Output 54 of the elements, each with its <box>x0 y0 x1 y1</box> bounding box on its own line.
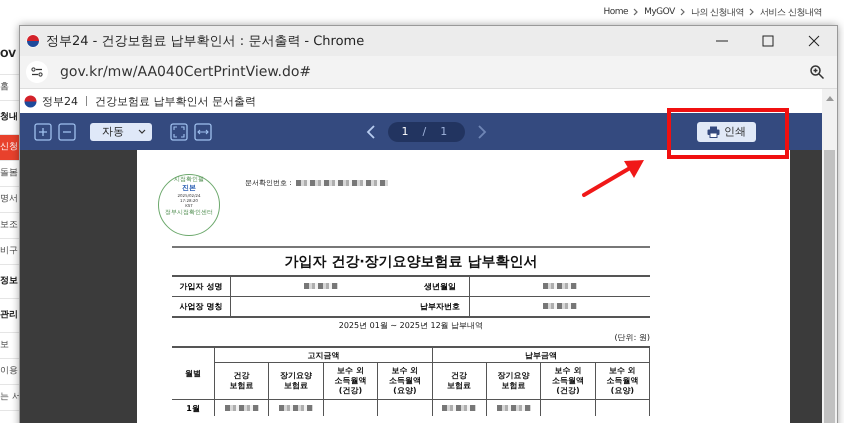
column-header: 보수 외 소득월액 (건강) <box>334 366 366 395</box>
fit-page-button[interactable] <box>170 122 188 140</box>
field-label: 납부자번호 <box>420 302 460 311</box>
column-header: 납부금액 <box>524 350 557 360</box>
window-title: 정부24 - 건강보험료 납부확인서 : 문서출력 - Chrome <box>46 33 366 50</box>
column-header: 고지금액 <box>307 350 340 360</box>
field-label: 사업장 명칭 <box>180 302 222 311</box>
zoom-select[interactable]: 자동 <box>90 122 152 140</box>
redacted-value <box>304 283 338 289</box>
month-label: 1월 <box>186 404 200 412</box>
column-header: 장기요양 보험료 <box>498 371 530 390</box>
redacted-value <box>542 303 576 309</box>
printer-icon <box>707 126 720 138</box>
logo-icon <box>24 94 37 108</box>
column-header: 건강 보험료 <box>230 371 254 390</box>
document-title: 가입자 건강·장기요양보험료 납부확인서 <box>172 246 650 275</box>
field-label: 가입자 성명 <box>180 282 222 291</box>
chevron-right-icon <box>749 8 756 16</box>
scroll-up-icon <box>826 95 834 101</box>
column-header: 건강 보험료 <box>447 371 472 390</box>
breadcrumb-link[interactable]: 서비스 신청내역 <box>760 6 822 18</box>
caret-icon <box>138 129 146 134</box>
site-name: 정부24 <box>42 94 78 108</box>
logo-icon <box>26 34 40 48</box>
chevron-right-icon <box>633 8 640 16</box>
zoom-icon[interactable] <box>809 64 825 80</box>
breadcrumb-link[interactable]: 나의 신청내역 <box>690 6 744 18</box>
scrollbar-thumb[interactable] <box>824 150 835 423</box>
column-header: 보수 외 소득월액 (요양) <box>606 366 638 395</box>
breadcrumb-link[interactable]: Home <box>604 7 628 17</box>
page-separator: / <box>422 125 426 138</box>
scrollbar[interactable] <box>822 89 837 423</box>
zoom-out-button[interactable] <box>58 122 76 140</box>
next-page-button[interactable] <box>477 124 488 138</box>
sidebar-item[interactable]: 신청 <box>0 135 19 161</box>
column-header: 월별 <box>185 369 201 378</box>
redacted-value <box>542 283 576 289</box>
field-label: 생년월일 <box>424 282 456 291</box>
page-number[interactable]: 1 <box>402 125 408 138</box>
zoom-in-button[interactable] <box>34 122 52 140</box>
site-settings-icon[interactable] <box>26 61 48 83</box>
column-header: 장기요양 보험료 <box>280 371 312 390</box>
breadcrumb-link[interactable]: MyGOV <box>644 7 675 17</box>
page-title: 건강보험료 납부확인서 문서출력 <box>95 94 256 108</box>
period-text: 2025년 01월 ~ 2025년 12월 납부내역 <box>338 320 484 332</box>
divider-line <box>86 96 87 106</box>
chevron-right-icon <box>680 8 686 16</box>
fit-width-button[interactable] <box>194 122 212 140</box>
column-header: 보수 외 소득월액 (요양) <box>388 366 421 395</box>
page-count: 1 <box>440 125 448 138</box>
column-header: 보수 외 소득월액 (건강) <box>552 366 584 395</box>
print-button[interactable]: 인쇄 <box>697 122 756 142</box>
previous-page-button[interactable] <box>366 124 376 138</box>
unit-text: (단위: 원) <box>614 332 650 344</box>
